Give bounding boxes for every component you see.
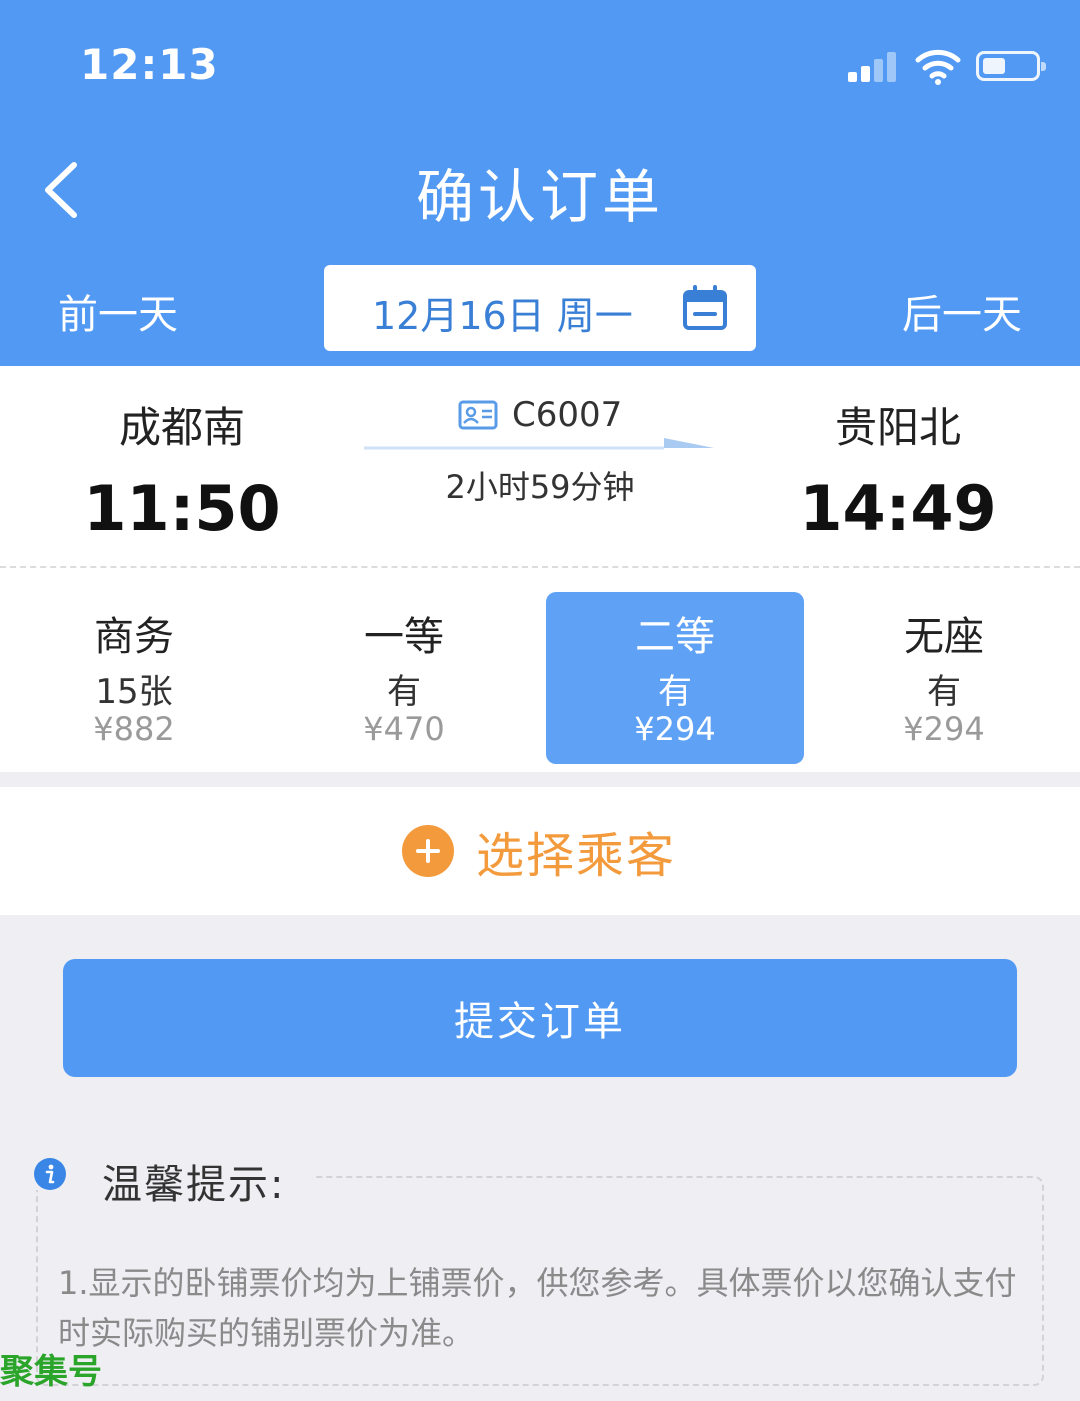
arrival-station: 贵阳北 <box>834 403 961 452</box>
add-circle-icon <box>402 825 454 877</box>
travel-duration: 2小时59分钟 <box>445 468 635 506</box>
seat-availability: 15张 <box>95 672 173 712</box>
train-info-card: 成都南 11:50 C6007 2小时59分钟 贵阳北 14:49 <box>0 366 1080 566</box>
info-icon <box>34 1158 66 1190</box>
train-number-row[interactable]: C6007 <box>458 392 622 438</box>
seat-price: ¥470 <box>363 710 445 748</box>
status-time: 12:13 <box>80 40 219 89</box>
route-arrow-icon <box>364 438 714 450</box>
wifi-icon <box>915 49 961 85</box>
select-passenger-button[interactable]: 选择乘客 <box>402 821 676 884</box>
seat-price: ¥294 <box>903 710 985 748</box>
seat-class-name: 二等 <box>635 614 715 660</box>
departure-time: 11:50 <box>83 472 281 545</box>
next-day-button[interactable]: 后一天 <box>902 282 1022 340</box>
seat-option-second-class[interactable]: 二等 有 ¥294 <box>546 592 804 764</box>
submit-order-button[interactable]: 提交订单 <box>63 959 1017 1077</box>
prev-day-button[interactable]: 前一天 <box>58 282 178 340</box>
cellular-signal-icon <box>848 50 900 82</box>
page-title: 确认订单 <box>415 163 664 231</box>
date-picker[interactable]: 12月16日 周一 <box>324 265 756 351</box>
seat-availability: 有 <box>927 672 961 712</box>
seat-price: ¥294 <box>634 710 716 748</box>
seat-class-selector: 商务 15张 ¥882 一等 有 ¥470 二等 有 ¥294 无座 有 ¥29… <box>0 566 1080 772</box>
seat-availability: 有 <box>658 672 692 712</box>
arrival-time: 14:49 <box>799 472 997 545</box>
seat-availability: 有 <box>387 672 421 712</box>
passenger-section: 选择乘客 <box>0 787 1080 915</box>
seat-class-name: 商务 <box>94 614 174 660</box>
seat-class-name: 无座 <box>904 614 984 660</box>
watermark: 聚集号 <box>0 1352 102 1392</box>
selected-date: 12月16日 周一 <box>372 294 633 338</box>
seat-option-business[interactable]: 商务 15张 ¥882 <box>5 592 263 764</box>
departure-station: 成都南 <box>118 403 245 452</box>
select-passenger-label: 选择乘客 <box>476 828 677 884</box>
seat-price: ¥882 <box>93 710 175 748</box>
seat-option-no-seat[interactable]: 无座 有 ¥294 <box>815 592 1073 764</box>
train-number: C6007 <box>512 395 623 435</box>
seat-class-name: 一等 <box>364 614 444 660</box>
calendar-icon <box>683 285 727 330</box>
status-icons <box>848 46 1046 86</box>
seat-option-first-class[interactable]: 一等 有 ¥470 <box>275 592 533 764</box>
submit-order-label: 提交订单 <box>454 999 626 1045</box>
tips-title: 温馨提示: <box>102 1162 286 1208</box>
id-card-icon <box>458 400 498 430</box>
tips-text: 1.显示的卧铺票价均为上铺票价，供您参考。具体票价以您确认支付时实际购买的铺别票… <box>58 1264 1017 1352</box>
app-header: 12:13 确认订单 前一天 12月16日 周一 后一天 <box>0 0 1080 366</box>
battery-icon <box>976 51 1046 81</box>
